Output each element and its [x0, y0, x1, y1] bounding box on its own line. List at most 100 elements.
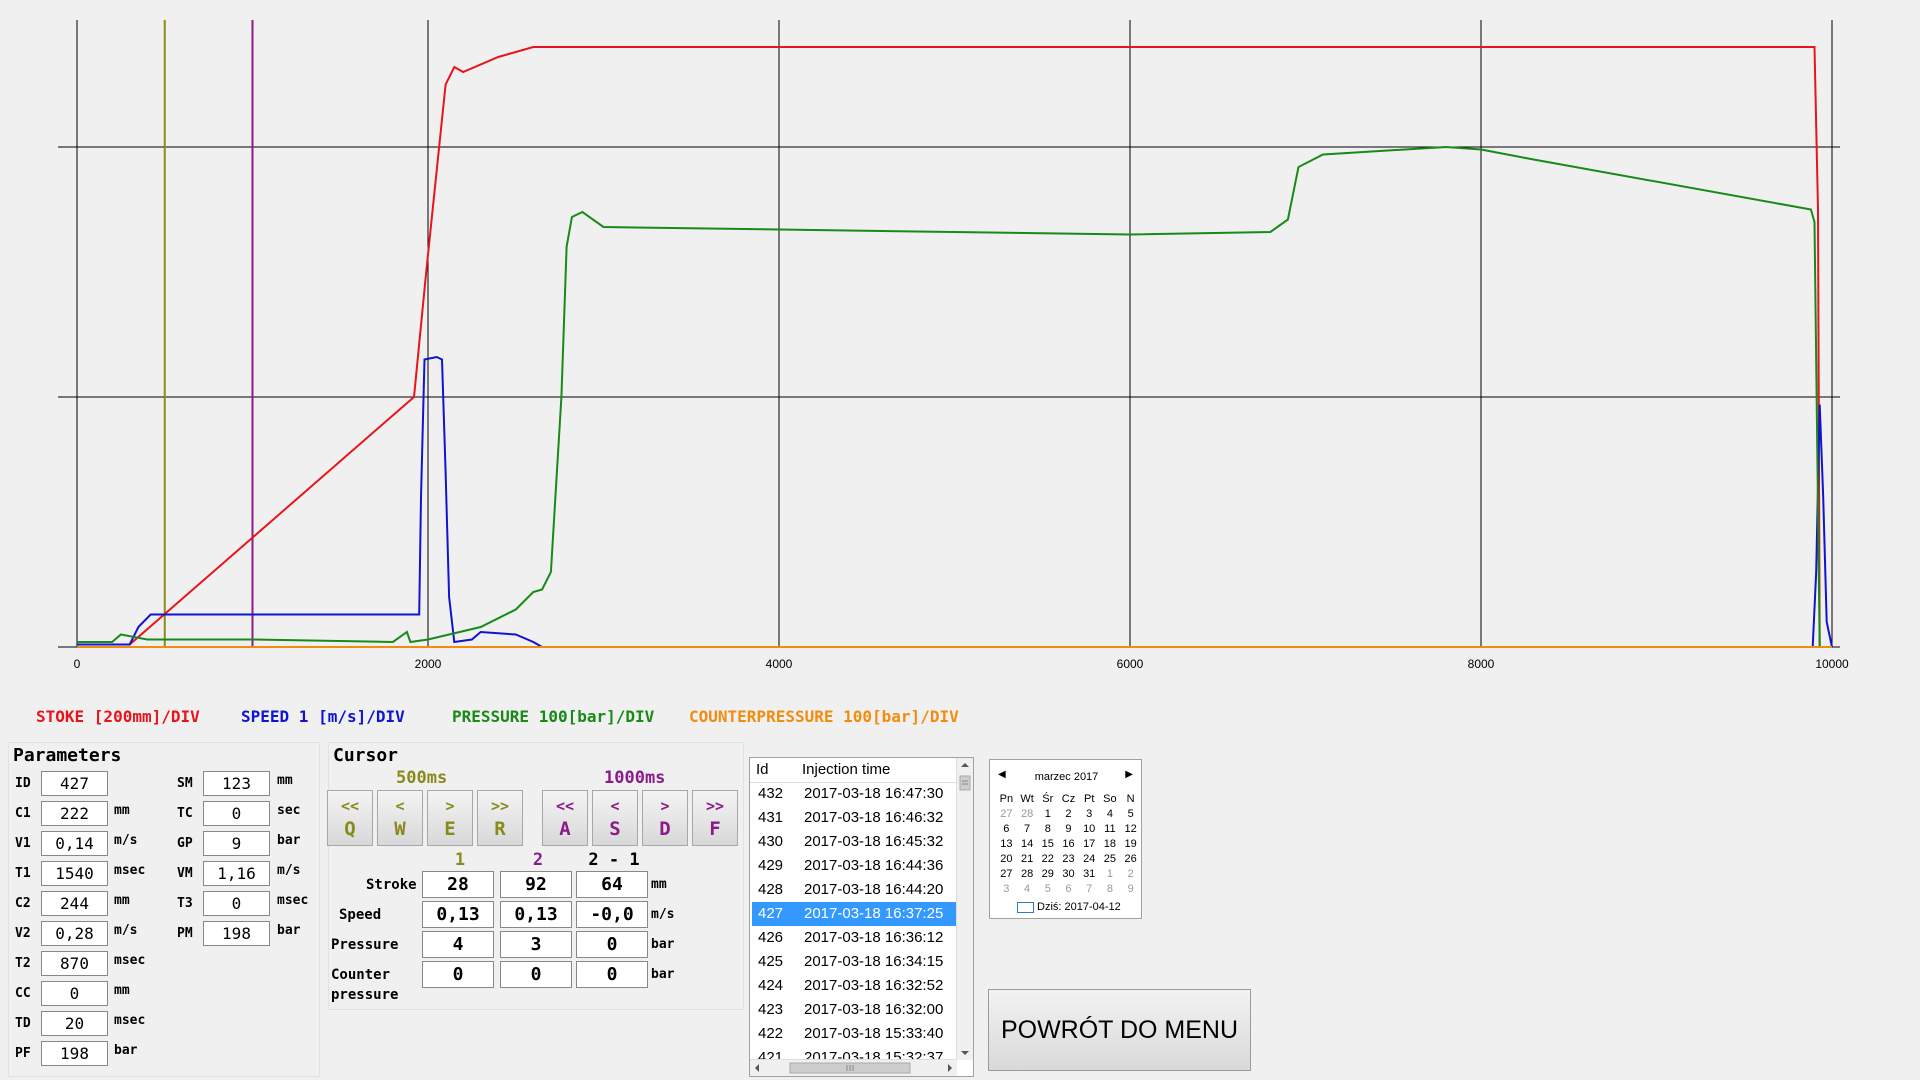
injection-row[interactable]: 431 2017-03-18 16:46:32: [752, 806, 956, 830]
calendar-day[interactable]: 2: [1120, 866, 1141, 881]
injection-time: 2017-03-18 16:44:20: [804, 881, 944, 898]
calendar-day[interactable]: 27: [996, 866, 1017, 881]
calendar-day[interactable]: 29: [1037, 866, 1058, 881]
calendar-day[interactable]: 7: [1017, 821, 1038, 836]
calendar-day[interactable]: 10: [1079, 821, 1100, 836]
back-to-menu-button[interactable]: POWRÓT DO MENU: [988, 989, 1251, 1071]
today-label[interactable]: Dziś: 2017-04-12: [1037, 901, 1121, 913]
weekday-label: Śr: [1042, 792, 1054, 805]
calendar-day[interactable]: 8: [1037, 821, 1058, 836]
cursor-value-diff: 64: [576, 871, 648, 898]
calendar-today[interactable]: Dziś: 2017-04-12: [1017, 901, 1121, 913]
calendar-day[interactable]: 6: [1058, 881, 1079, 896]
calendar-day[interactable]: 7: [1079, 881, 1100, 896]
cursor-row-label: Speed: [339, 907, 382, 923]
injection-list[interactable]: Id Injection time 432 2017-03-18 16:47:30…: [749, 757, 974, 1077]
calendar-day[interactable]: 11: [1100, 821, 1121, 836]
injection-row[interactable]: 423 2017-03-18 16:32:00: [752, 998, 956, 1022]
calendar-day[interactable]: 21: [1017, 851, 1038, 866]
calendar-day[interactable]: 28: [1017, 806, 1038, 821]
calendar[interactable]: ◀ marzec 2017 ▶ Pn Wt Śr Cz Pt So N 27 28 1 2 3 4 5 6 7…: [989, 759, 1142, 919]
injection-list-hscrollbar[interactable]: [750, 1059, 957, 1076]
param-label-t2: T2: [15, 956, 31, 971]
calendar-day[interactable]: 13: [996, 836, 1017, 851]
calendar-day[interactable]: 28: [1017, 866, 1038, 881]
param-label-v1: V1: [15, 836, 31, 851]
calendar-day[interactable]: 4: [1100, 806, 1121, 821]
param-value-pm: 198: [203, 921, 270, 946]
injection-list-vscrollbar[interactable]: [956, 758, 973, 1060]
next-month-icon[interactable]: ▶: [1125, 769, 1133, 780]
col-time-header[interactable]: Injection time: [802, 758, 890, 782]
param-unit-t2: msec: [114, 953, 146, 968]
calendar-day[interactable]: 18: [1100, 836, 1121, 851]
calendar-day[interactable]: 6: [996, 821, 1017, 836]
calendar-day[interactable]: 3: [1079, 806, 1100, 821]
cursor-value-v2: 0,13: [500, 901, 572, 928]
calendar-day[interactable]: 31: [1079, 866, 1100, 881]
param-unit-gp: bar: [277, 833, 301, 848]
calendar-day[interactable]: 30: [1058, 866, 1079, 881]
x-tick-label: 2000: [415, 657, 442, 671]
param-label-gp: GP: [177, 836, 193, 851]
calendar-day[interactable]: 20: [996, 851, 1017, 866]
calendar-day[interactable]: 1: [1037, 806, 1058, 821]
cursor-button-d[interactable]: > D: [642, 790, 688, 846]
cursor-button-arrow: >>: [705, 797, 725, 815]
injection-row[interactable]: 426 2017-03-18 16:36:12: [752, 926, 956, 950]
cursor-button-w[interactable]: < W: [377, 790, 423, 846]
calendar-day[interactable]: 19: [1120, 836, 1141, 851]
calendar-day[interactable]: 3: [996, 881, 1017, 896]
cursor-button-r[interactable]: >> R: [477, 790, 523, 846]
param-value-id: 427: [41, 771, 108, 796]
injection-row[interactable]: 432 2017-03-18 16:47:30: [752, 782, 956, 806]
calendar-day[interactable]: 4: [1017, 881, 1038, 896]
calendar-day[interactable]: 12: [1120, 821, 1141, 836]
injection-row[interactable]: 428 2017-03-18 16:44:20: [752, 878, 956, 902]
legend-pressure: PRESSURE 100[bar]/DIV: [452, 707, 655, 726]
cursor-value-v2: 3: [500, 931, 572, 958]
calendar-day[interactable]: 1: [1100, 866, 1121, 881]
calendar-day[interactable]: 8: [1100, 881, 1121, 896]
calendar-day[interactable]: 17: [1079, 836, 1100, 851]
param-unit-pf: bar: [114, 1043, 138, 1058]
cursor-row-label: Pressure: [331, 937, 399, 953]
cursor-value-v2: 0: [500, 961, 572, 988]
calendar-day[interactable]: 23: [1058, 851, 1079, 866]
cursor-button-q[interactable]: << Q: [327, 790, 373, 846]
legend-speed: SPEED 1 [m/s]/DIV: [241, 707, 405, 726]
cursor1-step-label: 500ms: [396, 768, 448, 788]
calendar-day[interactable]: 5: [1037, 881, 1058, 896]
injection-time: 2017-03-18 16:47:30: [804, 785, 944, 802]
calendar-day[interactable]: 9: [1058, 821, 1079, 836]
calendar-day[interactable]: 9: [1120, 881, 1141, 896]
calendar-day[interactable]: 22: [1037, 851, 1058, 866]
injection-row[interactable]: 427 2017-03-18 16:37:25: [752, 902, 956, 926]
calendar-day[interactable]: 25: [1100, 851, 1121, 866]
cursor2-step-label: 1000ms: [604, 768, 666, 788]
col-id-header[interactable]: Id: [756, 758, 769, 782]
cursor-button-s[interactable]: < S: [592, 790, 638, 846]
cursor-button-e[interactable]: > E: [427, 790, 473, 846]
calendar-day[interactable]: 2: [1058, 806, 1079, 821]
calendar-day[interactable]: 24: [1079, 851, 1100, 866]
injection-row[interactable]: 430 2017-03-18 16:45:32: [752, 830, 956, 854]
calendar-day[interactable]: 27: [996, 806, 1017, 821]
calendar-day[interactable]: 26: [1120, 851, 1141, 866]
injection-id: 431: [758, 809, 784, 826]
injection-row[interactable]: 425 2017-03-18 16:34:15: [752, 950, 956, 974]
calendar-day[interactable]: 5: [1120, 806, 1141, 821]
cursor-button-a[interactable]: << A: [542, 790, 588, 846]
injection-id: 429: [758, 857, 784, 874]
injection-list-header[interactable]: Id Injection time: [750, 758, 957, 783]
chart-series: [77, 46, 1833, 648]
calendar-month[interactable]: marzec 2017: [990, 771, 1143, 783]
injection-row[interactable]: 424 2017-03-18 16:32:52: [752, 974, 956, 998]
calendar-day[interactable]: 15: [1037, 836, 1058, 851]
injection-row[interactable]: 422 2017-03-18 15:33:40: [752, 1022, 956, 1046]
param-value-vm: 1,16: [203, 861, 270, 886]
calendar-day[interactable]: 14: [1017, 836, 1038, 851]
calendar-day[interactable]: 16: [1058, 836, 1079, 851]
cursor-button-f[interactable]: >> F: [692, 790, 738, 846]
injection-row[interactable]: 429 2017-03-18 16:44:36: [752, 854, 956, 878]
